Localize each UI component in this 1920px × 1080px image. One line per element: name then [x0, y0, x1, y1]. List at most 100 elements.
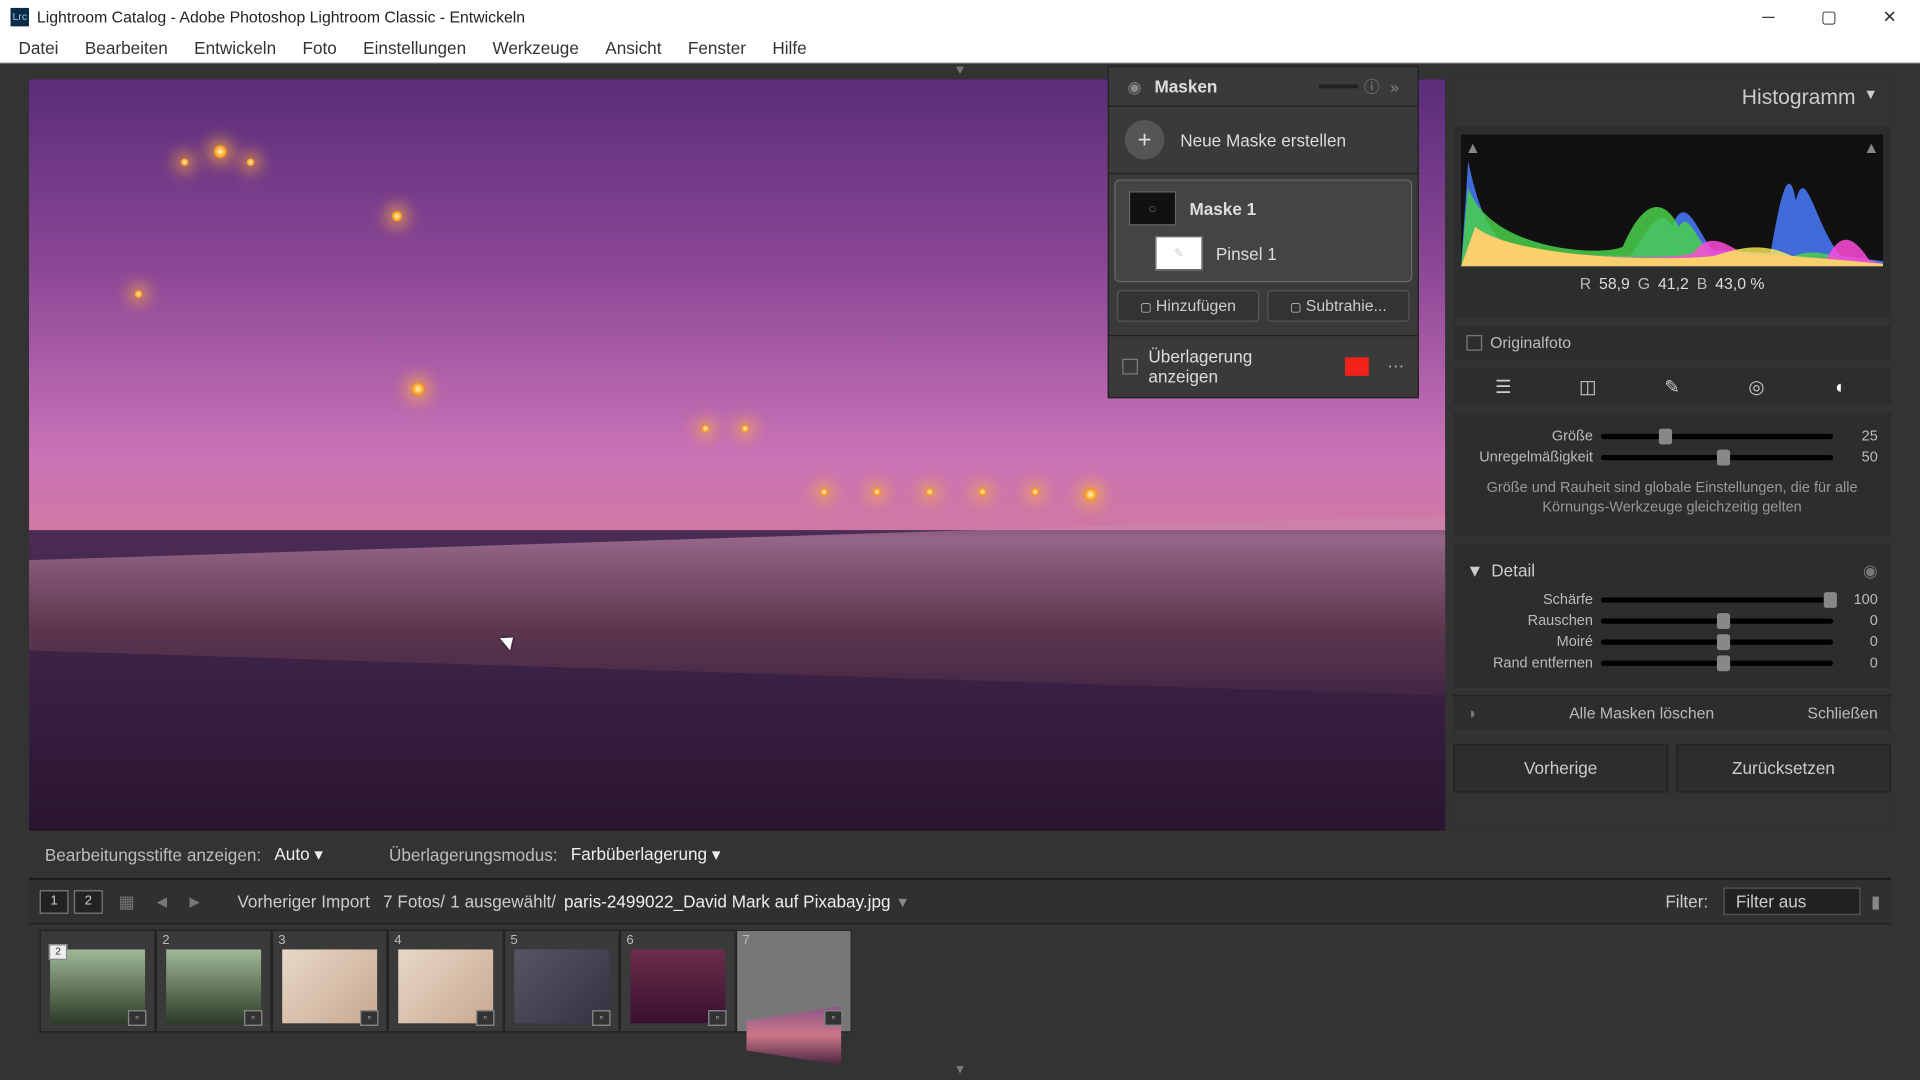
- previous-button[interactable]: Vorherige: [1453, 743, 1668, 792]
- menubar: Datei Bearbeiten Entwickeln Foto Einstel…: [0, 33, 1920, 63]
- grain-size-slider[interactable]: [1601, 434, 1833, 439]
- mask-subtract-button[interactable]: ▢ Subtrahie...: [1267, 290, 1409, 322]
- brush-thumb-icon: ✎: [1155, 236, 1202, 270]
- second-window-icon[interactable]: 2: [74, 889, 103, 913]
- menu-einstellungen[interactable]: Einstellungen: [353, 35, 477, 60]
- noise-value: 0: [1841, 613, 1878, 629]
- main-window-icon[interactable]: 1: [40, 889, 69, 913]
- filmstrip-item[interactable]: 2▫: [156, 930, 272, 1033]
- titlebar: Lrc Lightroom Catalog - Adobe Photoshop …: [0, 0, 1920, 33]
- noise-label: Rauschen: [1466, 613, 1593, 629]
- new-mask-button[interactable]: + Neue Maske erstellen: [1109, 107, 1418, 174]
- overlay-mode-dropdown[interactable]: Farbüberlagerung ▾: [571, 844, 721, 865]
- filmstrip-item[interactable]: 4▫: [388, 930, 504, 1033]
- masks-panel-title: Masken: [1154, 76, 1319, 96]
- overlay-label: Überlagerung anzeigen: [1148, 347, 1324, 387]
- window-title: Lightroom Catalog - Adobe Photoshop Ligh…: [37, 7, 525, 25]
- close-button[interactable]: ✕: [1859, 0, 1920, 33]
- redeye-icon[interactable]: ◎: [1745, 376, 1769, 397]
- edit-pins-dropdown[interactable]: Auto ▾: [274, 844, 323, 865]
- rgb-r-label: R: [1580, 274, 1591, 292]
- filmstrip-item[interactable]: 2▫: [40, 930, 156, 1033]
- rgb-b-value: 43,0 %: [1715, 274, 1764, 292]
- grain-size-value: 25: [1841, 429, 1878, 445]
- source-label[interactable]: Vorheriger Import: [237, 891, 369, 911]
- original-checkbox[interactable]: [1466, 335, 1482, 351]
- mask-icon[interactable]: ◐: [1829, 376, 1853, 397]
- moire-slider[interactable]: [1601, 639, 1833, 644]
- count-label: 7 Fotos/: [383, 891, 445, 911]
- menu-entwickeln[interactable]: Entwickeln: [184, 35, 287, 60]
- menu-hilfe[interactable]: Hilfe: [762, 35, 817, 60]
- plus-icon: +: [1125, 120, 1165, 160]
- mask-add-button[interactable]: ▢ Hinzufügen: [1117, 290, 1259, 322]
- menu-bearbeiten[interactable]: Bearbeiten: [74, 35, 178, 60]
- menu-werkzeuge[interactable]: Werkzeuge: [482, 35, 589, 60]
- chevron-down-icon[interactable]: ▾: [898, 891, 907, 912]
- menu-ansicht[interactable]: Ansicht: [595, 35, 672, 60]
- panel-grip-icon[interactable]: [1319, 84, 1359, 88]
- sliders-icon[interactable]: ☰: [1491, 376, 1515, 397]
- sharp-slider[interactable]: [1601, 597, 1833, 602]
- grain-rough-value: 50: [1841, 450, 1878, 466]
- eye-icon[interactable]: ◉: [1127, 77, 1141, 95]
- filmstrip-item[interactable]: 5▫: [504, 930, 620, 1033]
- minimize-button[interactable]: ─: [1738, 0, 1799, 33]
- filter-label: Filter:: [1665, 891, 1708, 911]
- filmstrip: 2▫2▫3▫4▫5▫6▫7▫: [29, 924, 1891, 1043]
- rgb-r-value: 58,9: [1599, 274, 1630, 292]
- nav-back-icon[interactable]: ◄: [153, 891, 170, 911]
- chevron-down-icon[interactable]: ▼: [1863, 87, 1877, 111]
- overlay-mode-label: Überlagerungsmodus:: [389, 845, 558, 865]
- grain-size-label: Größe: [1466, 429, 1593, 445]
- crop-icon[interactable]: ◫: [1576, 376, 1600, 397]
- filmstrip-item[interactable]: 6▫: [620, 930, 736, 1033]
- edit-pins-label: Bearbeitungsstifte anzeigen:: [45, 845, 261, 865]
- app-icon: Lrc: [11, 7, 29, 25]
- right-panel: Histogramm ▼ ▲ ▲ R 58,9 G: [1453, 79, 1891, 831]
- nav-fwd-icon[interactable]: ►: [186, 891, 203, 911]
- collapse-top-icon[interactable]: ▼: [953, 63, 966, 78]
- mask-thumb-icon: ◌: [1129, 191, 1176, 225]
- heal-icon[interactable]: ✎: [1660, 376, 1684, 397]
- chevron-down-icon[interactable]: ▼: [1466, 561, 1483, 581]
- selected-label: 1 ausgewählt/: [450, 891, 556, 911]
- collapse-icon[interactable]: »: [1390, 77, 1399, 95]
- workspace: ▼: [0, 63, 1920, 1080]
- mask-item[interactable]: ◌ Maske 1 ✎ Pinsel 1: [1114, 179, 1412, 282]
- filmstrip-item[interactable]: 7▫: [736, 930, 852, 1033]
- info-icon[interactable]: ⓘ: [1364, 75, 1380, 97]
- histogram-plot[interactable]: ▲ ▲: [1461, 135, 1883, 267]
- grid-view-icon[interactable]: ▦: [119, 891, 135, 912]
- defringe-slider[interactable]: [1601, 660, 1833, 665]
- new-mask-label: Neue Maske erstellen: [1180, 130, 1346, 150]
- close-mask-button[interactable]: Schließen: [1807, 704, 1877, 722]
- filmstrip-item[interactable]: 3▫: [272, 930, 388, 1033]
- collapse-bottom-icon[interactable]: ▼: [953, 1063, 966, 1078]
- filter-dropdown[interactable]: Filter aus: [1724, 887, 1860, 915]
- toggle-icon[interactable]: ◑: [1466, 704, 1476, 722]
- grain-rough-slider[interactable]: [1601, 455, 1833, 460]
- filename-label: paris-2499022_David Mark auf Pixabay.jpg: [564, 891, 891, 911]
- menu-foto[interactable]: Foto: [292, 35, 347, 60]
- histogram-box: ▲ ▲ R 58,9 G 41,2 B 43,0 %: [1453, 127, 1891, 318]
- maximize-button[interactable]: ▢: [1799, 0, 1860, 33]
- noise-slider[interactable]: [1601, 618, 1833, 623]
- menu-fenster[interactable]: Fenster: [677, 35, 756, 60]
- rgb-g-label: G: [1638, 274, 1650, 292]
- filmstrip-header: 1 2 ▦ ◄ ► Vorheriger Import 7 Fotos/ 1 a…: [29, 878, 1891, 924]
- moire-value: 0: [1841, 634, 1878, 650]
- reset-button[interactable]: Zurücksetzen: [1676, 743, 1891, 792]
- histogram-title[interactable]: Histogramm: [1742, 87, 1856, 111]
- eye-icon[interactable]: ◉: [1863, 560, 1878, 581]
- defringe-label: Rand entfernen: [1466, 655, 1593, 671]
- menu-datei[interactable]: Datei: [8, 35, 69, 60]
- sharp-value: 100: [1841, 592, 1878, 608]
- tool-strip: ☰ ◫ ✎ ◎ ◐: [1453, 368, 1891, 405]
- filter-lock-icon[interactable]: ▮: [1871, 891, 1880, 912]
- delete-masks-button[interactable]: Alle Masken löschen: [1569, 704, 1714, 722]
- overlay-color-swatch[interactable]: [1345, 357, 1368, 375]
- detail-title: Detail: [1491, 561, 1535, 581]
- overlay-checkbox[interactable]: [1122, 359, 1138, 375]
- more-icon[interactable]: ⋯: [1387, 356, 1404, 377]
